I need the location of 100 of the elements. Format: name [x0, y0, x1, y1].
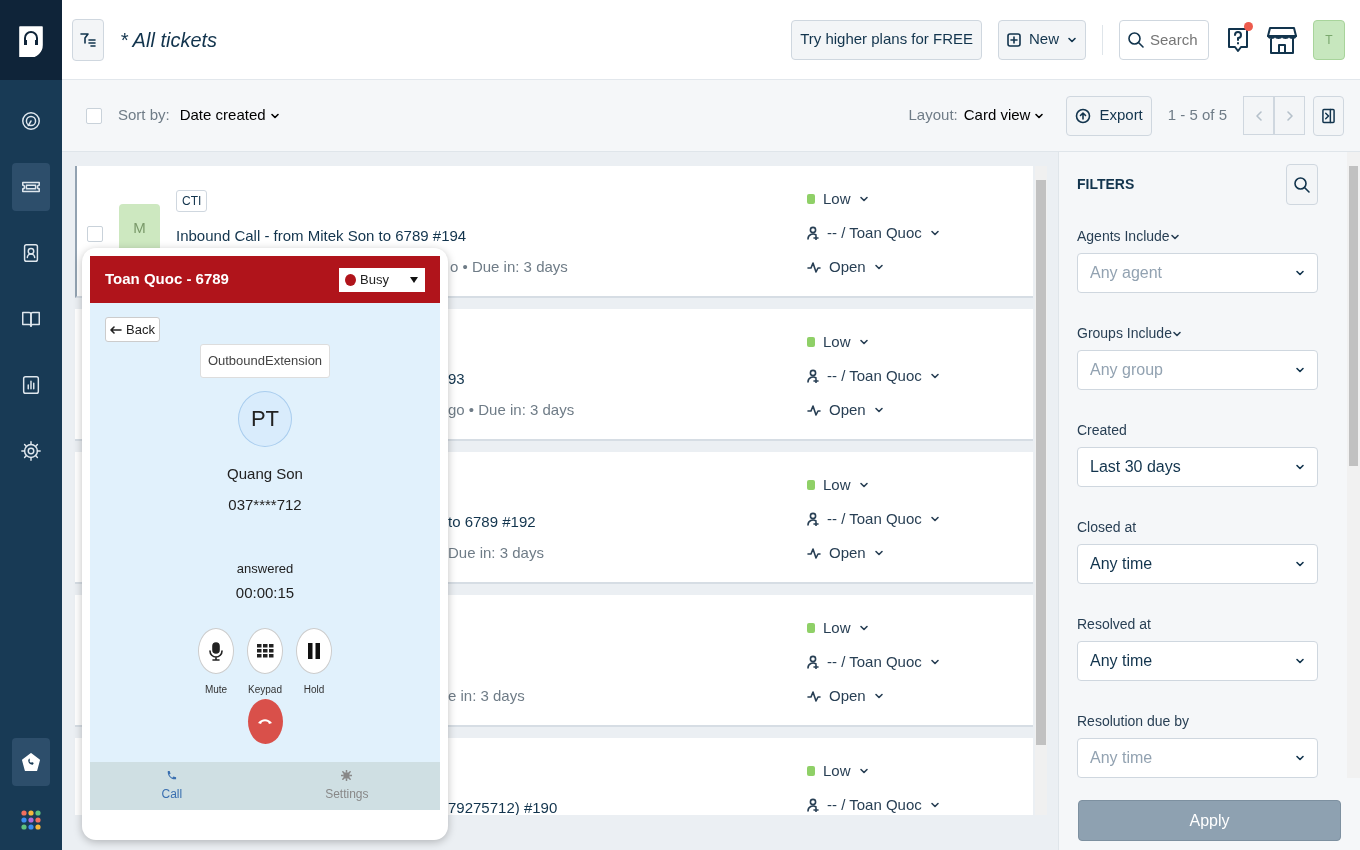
- ticket-subject[interactable]: to 6789 #192: [448, 513, 536, 530]
- phone-icon: [166, 769, 178, 781]
- widget-title: Toan Quoc - 6789: [105, 269, 229, 290]
- filters-heading: FILTERS: [1077, 175, 1135, 194]
- status-dropdown[interactable]: Open: [807, 393, 884, 427]
- sort-label: Sort by:: [118, 105, 170, 126]
- person-icon: [807, 226, 819, 240]
- caller-avatar: PT: [238, 390, 292, 447]
- assignee-dropdown[interactable]: -- / Toan Quoc: [807, 788, 940, 815]
- sidebar-item[interactable]: [12, 738, 50, 786]
- caret-icon: [858, 766, 869, 776]
- person-icon: [807, 512, 819, 526]
- filter-select[interactable]: Any time: [1077, 544, 1319, 584]
- ticket-meta: o • Due in: 3 days: [450, 258, 568, 275]
- layout-label: Layout:: [908, 105, 958, 126]
- person-icon: [807, 655, 819, 669]
- assignee-dropdown[interactable]: -- / Toan Quoc: [807, 359, 940, 393]
- priority-dropdown[interactable]: Low: [807, 611, 869, 645]
- pagination-text: 1 - 5 of 5: [1167, 105, 1227, 126]
- filter-select[interactable]: Any time: [1077, 641, 1319, 681]
- priority-dropdown[interactable]: Low: [807, 754, 869, 788]
- status-dot: [345, 273, 356, 286]
- ticket-subject[interactable]: Inbound Call - from Mitek Son to 6789 #194: [176, 227, 467, 244]
- control-label: Mute: [204, 682, 228, 697]
- arrow-left-icon: [110, 325, 122, 334]
- status-dropdown[interactable]: Busy: [339, 267, 425, 292]
- page-title: * All tickets: [120, 27, 218, 53]
- headset-logo: [16, 23, 46, 57]
- status-dropdown[interactable]: Open: [807, 679, 884, 713]
- caret-icon: [929, 514, 940, 524]
- apps-icon: [20, 809, 42, 831]
- extension-label: OutboundExtension: [199, 344, 331, 378]
- call-state: answered: [236, 559, 294, 578]
- filter-label: Resolution due by: [1077, 712, 1190, 731]
- assignee-dropdown[interactable]: -- / Toan Quoc: [807, 502, 940, 536]
- priority-dropdown[interactable]: Low: [807, 468, 869, 502]
- chevron-down-icon: [1295, 656, 1306, 666]
- dashboard-icon: [20, 110, 42, 132]
- filter-label-dropdown[interactable]: Groups Include: [1077, 323, 1182, 344]
- report-icon: [20, 374, 42, 396]
- chevron-down-icon: [1295, 268, 1306, 278]
- triangle-down-icon: [409, 275, 419, 284]
- search-icon: [1127, 30, 1145, 49]
- assignee-dropdown[interactable]: -- / Toan Quoc: [807, 645, 940, 679]
- activity-icon: [807, 261, 821, 273]
- status-dropdown[interactable]: Open: [807, 250, 884, 284]
- mute-button[interactable]: [198, 627, 234, 674]
- filter-toggle-button[interactable]: [72, 18, 104, 61]
- caret-icon: [858, 480, 869, 490]
- chevron-right-icon: [1285, 109, 1294, 122]
- scrollbar[interactable]: [1347, 152, 1360, 778]
- plus-icon: [1007, 32, 1021, 47]
- hold-button[interactable]: [296, 627, 332, 674]
- ticket-meta: e in: 3 days: [448, 687, 525, 704]
- filter-label: Closed at: [1077, 518, 1137, 537]
- panel-toggle-button[interactable]: [1313, 95, 1344, 136]
- upgrade-button[interactable]: Try higher plans for FREE: [791, 19, 982, 60]
- sort-dropdown[interactable]: Date created: [173, 103, 286, 128]
- assignee-dropdown[interactable]: -- / Toan Quoc: [807, 216, 940, 250]
- scrollbar[interactable]: [1035, 166, 1047, 815]
- caret-icon: [858, 337, 869, 347]
- caret-icon: [929, 800, 940, 810]
- priority-dropdown[interactable]: Low: [807, 182, 869, 216]
- ticket-meta: go • Due in: 3 days: [448, 401, 575, 418]
- microphone-icon: [206, 640, 226, 661]
- new-button[interactable]: New: [998, 19, 1086, 60]
- hang-up-icon: [257, 717, 273, 725]
- layout-dropdown[interactable]: Card view: [957, 103, 1051, 128]
- caret-icon: [858, 623, 869, 633]
- select-all-checkbox[interactable]: [86, 107, 102, 124]
- priority-dropdown[interactable]: Low: [807, 325, 869, 359]
- filter-label-dropdown[interactable]: Agents Include: [1077, 226, 1180, 247]
- caret-icon: [873, 405, 884, 415]
- caret-icon: [929, 657, 940, 667]
- search-button[interactable]: [1286, 164, 1319, 205]
- keypad-button[interactable]: [247, 627, 283, 674]
- chevron-down-icon: [1295, 462, 1306, 472]
- filter-icon: [80, 31, 96, 48]
- caret-icon: [873, 262, 884, 272]
- sidebar-item[interactable]: [12, 163, 50, 211]
- search-field[interactable]: Search: [1119, 19, 1209, 60]
- status-dropdown[interactable]: Open: [807, 536, 884, 570]
- caret-icon: [929, 371, 940, 381]
- upload-icon: [1075, 107, 1092, 124]
- activity-icon: [807, 404, 821, 416]
- activity-icon: [807, 547, 821, 559]
- control-label: Keypad: [248, 682, 282, 697]
- back-button[interactable]: Back: [105, 317, 160, 342]
- person-icon: [807, 369, 819, 383]
- caller-name: Quang Son: [227, 463, 303, 484]
- export-button[interactable]: Export: [1066, 95, 1152, 136]
- widget-tab[interactable]: Call: [90, 762, 254, 810]
- ticket-checkbox[interactable]: [87, 226, 103, 242]
- ticket-subject[interactable]: 93: [448, 370, 465, 387]
- filter-select[interactable]: Last 30 days: [1077, 447, 1319, 487]
- caret-icon: [858, 194, 869, 204]
- activity-icon: [807, 690, 821, 702]
- chevron-down-icon: [1295, 365, 1306, 375]
- person-icon: [807, 798, 819, 812]
- hang-up-button[interactable]: [247, 698, 283, 744]
